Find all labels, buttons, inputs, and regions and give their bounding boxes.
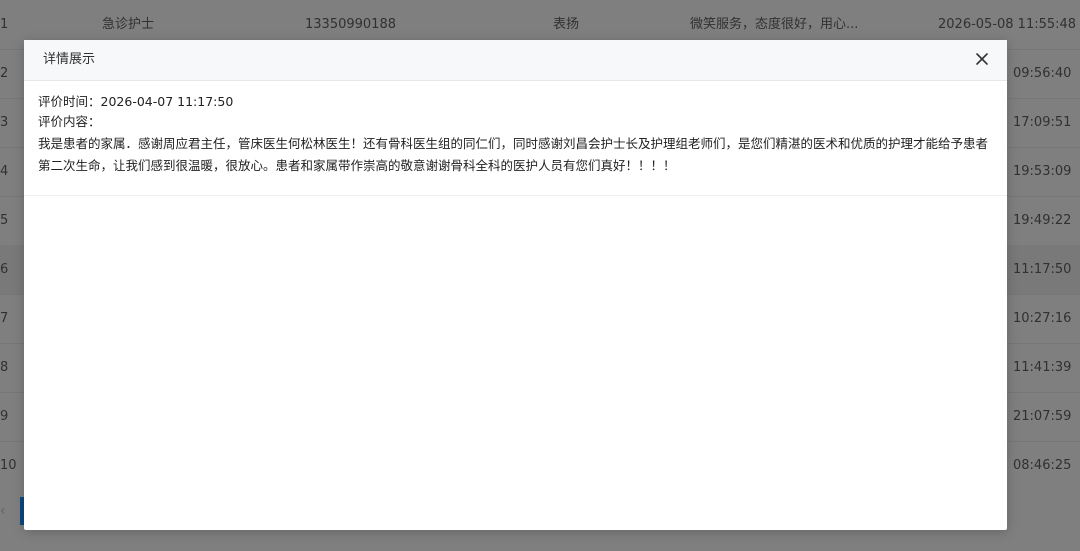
dialog-title: 详情展示 [43, 52, 96, 67]
detail-dialog: 详情展示 评价时间：2026-04-07 11:17:50 评价内容： 我是患者… [24, 40, 1007, 530]
evaluation-time-label: 评价时间： [38, 94, 101, 109]
evaluation-content-text: 我是患者的家属．感谢周应君主任，管床医生何松林医生！还有骨科医生组的同仁们，同时… [38, 136, 989, 173]
dialog-header: 详情展示 [24, 40, 1007, 81]
evaluation-time-value: 2026-04-07 11:17:50 [100, 94, 234, 109]
close-icon[interactable] [971, 48, 993, 70]
dialog-divider [24, 195, 1007, 196]
evaluation-content-label: 评价内容： [38, 114, 101, 129]
dialog-body: 评价时间：2026-04-07 11:17:50 评价内容： 我是患者的家属．感… [38, 92, 993, 177]
evaluation-time-row: 评价时间：2026-04-07 11:17:50 [38, 92, 993, 112]
